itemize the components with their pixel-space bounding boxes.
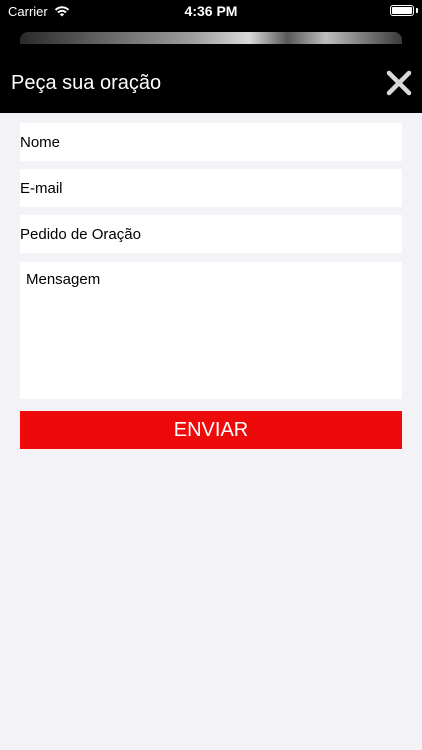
prayer-request-field[interactable]: Pedido de Oração — [20, 215, 402, 253]
modal-header: Peça sua oração — [0, 54, 422, 113]
send-button[interactable]: ENVIAR — [20, 411, 402, 449]
name-field[interactable]: Nome — [20, 123, 402, 161]
banner-strip — [20, 32, 402, 44]
battery-icon — [390, 5, 414, 16]
message-textarea[interactable]: Mensagem — [20, 262, 402, 399]
close-icon[interactable] — [384, 68, 414, 98]
prayer-request-field-placeholder: Pedido de Oração — [20, 226, 141, 243]
name-field-placeholder: Nome — [20, 134, 61, 151]
message-textarea-placeholder: Mensagem — [26, 271, 101, 288]
battery-tip — [416, 8, 418, 13]
email-field[interactable]: E-mail — [20, 169, 402, 207]
status-bar: Carrier 4:36 PM — [0, 0, 422, 22]
header-banner-image — [0, 22, 422, 54]
email-field-placeholder: E-mail — [20, 180, 63, 197]
status-time: 4:36 PM — [184, 3, 238, 19]
page-title: Peça sua oração — [11, 72, 162, 94]
